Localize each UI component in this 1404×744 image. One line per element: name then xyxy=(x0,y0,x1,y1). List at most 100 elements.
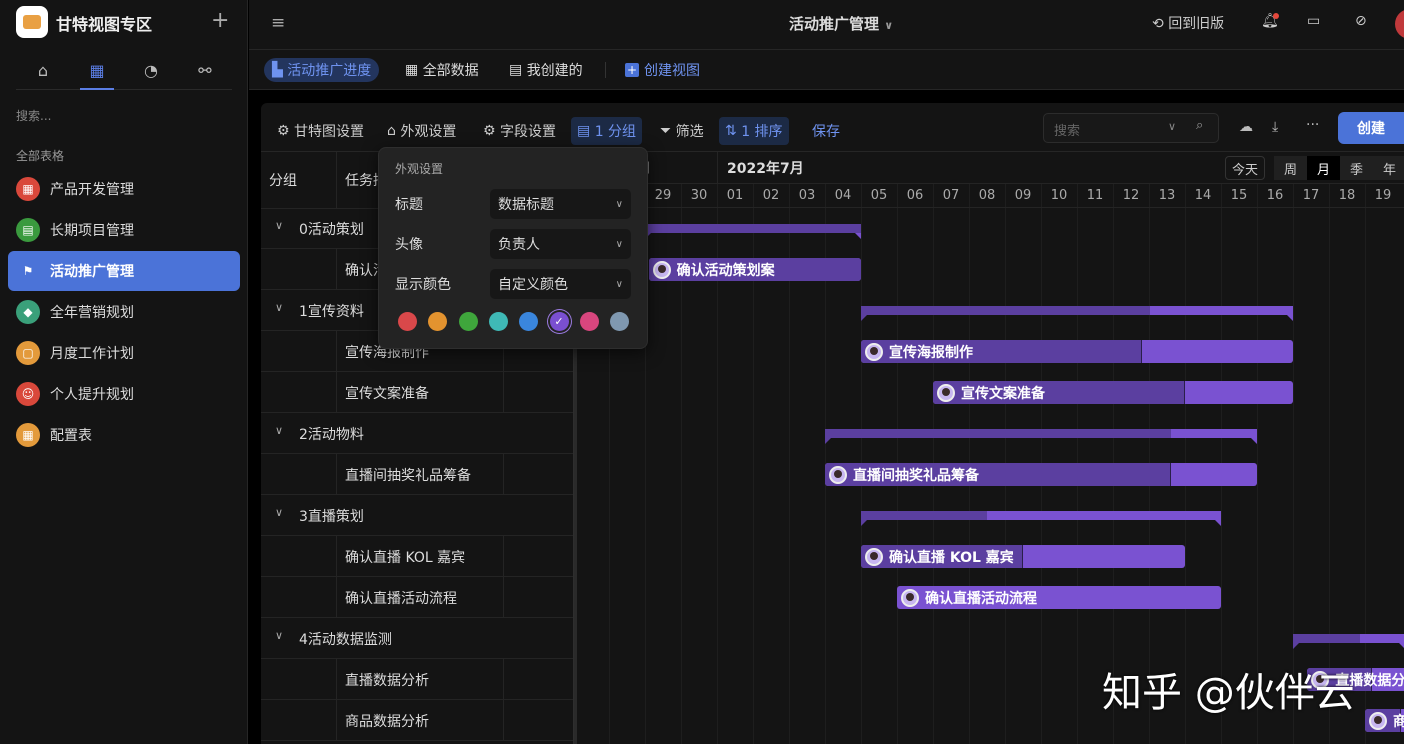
sidebar-item[interactable]: ◆ 全年营销规划 xyxy=(8,292,240,332)
sidebar-item[interactable]: ▦ 配置表 xyxy=(8,415,240,455)
chevron-down-icon[interactable]: ∨ xyxy=(275,506,283,519)
color-swatch[interactable] xyxy=(579,312,599,331)
day-label: 17 xyxy=(1302,188,1320,203)
table-row[interactable]: 确认直播 KOL 嘉宾 xyxy=(261,536,573,577)
group-summary-bar[interactable] xyxy=(861,306,1293,321)
popup-title: 外观设置 xyxy=(395,162,444,176)
group-summary-bar[interactable] xyxy=(645,224,861,239)
column-header-task[interactable]: 任务描述 xyxy=(345,152,378,208)
grid-icon[interactable]: ▦ xyxy=(70,52,124,90)
table-row[interactable]: 确认直播活动流程 xyxy=(261,577,573,618)
task-bar-title: 商品数据分析 xyxy=(1393,713,1404,730)
color-swatch[interactable] xyxy=(428,312,448,331)
chevron-down-icon: ∨ xyxy=(615,238,623,250)
color-swatch[interactable]: ✓ xyxy=(549,312,569,331)
group-summary-bar[interactable] xyxy=(861,511,1221,526)
field-settings-button[interactable]: ⚙ 字段设置 xyxy=(477,117,562,145)
avatar[interactable] xyxy=(1395,9,1404,39)
notification-dot xyxy=(1273,13,1279,19)
sidebar-search[interactable]: 搜索... xyxy=(16,107,51,124)
view-tab-progress[interactable]: ▙ 活动推广进度 xyxy=(264,58,380,82)
task-bar[interactable]: 确认直播活动流程 xyxy=(897,586,1221,609)
color-swatch[interactable] xyxy=(458,312,478,331)
group-row[interactable]: ∨ 2活动物料 xyxy=(261,413,573,454)
sidebar-item[interactable]: ⚑ 活动推广管理 xyxy=(8,251,240,291)
day-label: 29 xyxy=(654,188,672,203)
column-header-group[interactable]: 分组 xyxy=(269,152,297,208)
group-row[interactable]: ∨ 3直播策划 xyxy=(261,495,573,536)
color-swatch[interactable] xyxy=(519,312,539,331)
sidebar-item-label: 个人提升规划 xyxy=(50,387,134,403)
old-version-button[interactable]: ⟲ 回到旧版 xyxy=(1152,13,1224,33)
chart-icon[interactable]: ◔ xyxy=(124,52,178,89)
scale-option[interactable]: 年 xyxy=(1373,156,1404,180)
chevron-down-icon[interactable]: ∨ xyxy=(1168,120,1176,133)
scale-option[interactable]: 周 xyxy=(1274,156,1307,180)
gantt-settings-button[interactable]: ⚙ 甘特图设置 xyxy=(271,117,370,145)
chevron-down-icon[interactable]: ∨ xyxy=(275,424,283,437)
add-icon[interactable]: + xyxy=(211,8,229,33)
task-bar-label: 直播间抽奖礼品筹备 xyxy=(829,465,979,485)
create-button[interactable]: 创建 xyxy=(1338,112,1404,144)
color-swatch[interactable] xyxy=(488,312,508,331)
menu-icon[interactable]: ≡ xyxy=(271,13,285,33)
table-row[interactable]: 直播间抽奖礼品筹备 xyxy=(261,454,573,495)
color-swatch[interactable] xyxy=(398,312,417,331)
upload-icon[interactable]: ☁ xyxy=(1239,119,1253,135)
task-bar[interactable]: 商品数据分析 xyxy=(1365,709,1404,732)
appearance-button[interactable]: ⌂ 外观设置 xyxy=(381,117,462,145)
task-label: 确认直播 KOL 嘉宾 xyxy=(345,550,466,566)
divider xyxy=(261,740,573,741)
task-bar[interactable]: 宣传文案准备 xyxy=(933,381,1293,404)
chevron-down-icon[interactable]: ∨ xyxy=(275,629,283,642)
group-row[interactable]: ∨ 4活动数据监测 xyxy=(261,618,573,659)
sidebar-item[interactable]: ▦ 产品开发管理 xyxy=(8,169,240,209)
scale-option[interactable]: 月 xyxy=(1307,156,1340,180)
group-summary-bar[interactable] xyxy=(1293,634,1404,649)
group-summary-bar[interactable] xyxy=(825,429,1257,444)
table-row[interactable]: 宣传文案准备 xyxy=(261,372,573,413)
app-logo xyxy=(16,6,48,38)
download-icon[interactable]: ⤓ xyxy=(1272,119,1278,135)
table-row[interactable]: 直播数据分析 xyxy=(261,659,573,700)
bell-icon[interactable]: 🔔︎ xyxy=(1261,13,1279,29)
workspace-title: 甘特视图专区 xyxy=(56,15,153,34)
sidebar-item[interactable]: ▤ 长期项目管理 xyxy=(8,210,240,250)
setting-select[interactable]: 自定义颜色 ∨ xyxy=(490,269,631,299)
compass-icon[interactable]: ⊘ xyxy=(1355,13,1367,29)
sidebar-item[interactable]: ▢ 月度工作计划 xyxy=(8,333,240,373)
search-icon[interactable]: ⌕ xyxy=(1196,118,1203,133)
appearance-icon: ⌂ xyxy=(387,123,401,139)
filter-icon: ⏷ xyxy=(660,123,676,139)
day-label: 03 xyxy=(798,188,816,203)
page-title[interactable]: 活动推广管理 ∨ xyxy=(789,13,893,34)
sort-button[interactable]: ⇅ 1 排序 xyxy=(719,117,789,145)
filter-button[interactable]: ⏷ 筛选 xyxy=(654,117,710,145)
save-button[interactable]: 保存 xyxy=(806,117,846,145)
home-icon[interactable]: ⌂ xyxy=(16,52,70,89)
group-button[interactable]: ▤ 1 分组 xyxy=(571,117,643,145)
chevron-down-icon[interactable]: ∨ xyxy=(275,219,283,232)
view-tab-all[interactable]: ▦ 全部数据 xyxy=(397,58,487,82)
setting-select[interactable]: 负责人 ∨ xyxy=(490,229,631,259)
setting-select[interactable]: 数据标题 ∨ xyxy=(490,189,631,219)
task-bar[interactable]: 直播间抽奖礼品筹备 xyxy=(825,463,1257,486)
create-view-button[interactable]: + 创建视图 xyxy=(617,58,708,82)
task-bar[interactable]: 宣传海报制作 xyxy=(861,340,1293,363)
scale-option[interactable]: 季 xyxy=(1340,156,1373,180)
table-row[interactable]: 商品数据分析 xyxy=(261,700,573,741)
sidebar-item[interactable]: ☺ 个人提升规划 xyxy=(8,374,240,414)
divider xyxy=(717,152,718,183)
chevron-down-icon[interactable]: ∨ xyxy=(275,301,283,314)
view-tab-mine[interactable]: ▤ 我创建的 xyxy=(501,58,591,82)
flow-icon[interactable]: ⚯ xyxy=(178,52,232,89)
color-swatch[interactable] xyxy=(610,312,630,331)
today-button[interactable]: 今天 xyxy=(1225,156,1265,180)
more-icon[interactable]: ··· xyxy=(1306,117,1319,133)
task-bar[interactable]: 确认直播 KOL 嘉宾 xyxy=(861,545,1185,568)
search-input[interactable]: 搜索 ∨ ⌕ xyxy=(1043,113,1219,143)
briefcase-icon[interactable]: ▭ xyxy=(1307,13,1320,29)
task-bar[interactable]: 确认活动策划案 xyxy=(648,258,861,281)
task-bar-label: 确认活动策划案 xyxy=(652,260,775,280)
divider xyxy=(573,183,1404,184)
